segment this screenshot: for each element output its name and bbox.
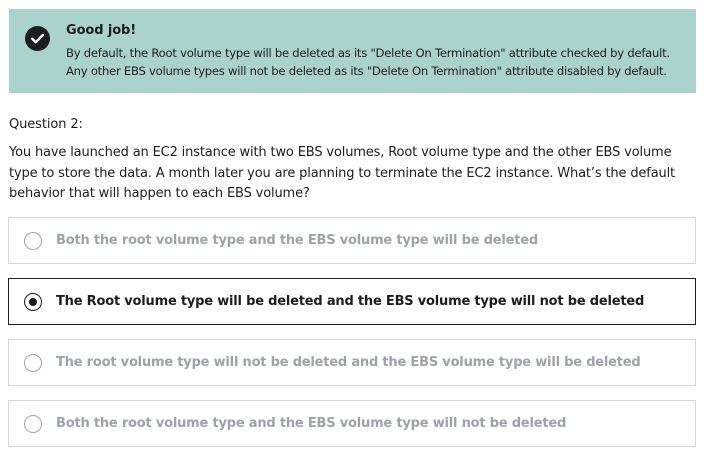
check-circle-icon [25, 26, 50, 51]
feedback-line-2: Any other EBS volume types will not be d… [66, 64, 667, 78]
feedback-alert: Good job! By default, the Root volume ty… [9, 9, 696, 93]
answer-option-label: The root volume type will not be deleted… [56, 355, 641, 370]
answer-option-label: Both the root volume type and the EBS vo… [56, 416, 567, 431]
feedback-title: Good job! [66, 23, 137, 38]
answer-option-2[interactable]: The Root volume type will be deleted and… [8, 278, 696, 325]
question-number: Question 2: [9, 117, 83, 132]
question-text: You have launched an EC2 instance with t… [9, 145, 676, 201]
radio-button[interactable] [24, 232, 42, 250]
feedback-line-1: By default, the Root volume type will be… [66, 46, 670, 60]
answer-option-4[interactable]: Both the root volume type and the EBS vo… [8, 400, 696, 447]
radio-button[interactable] [24, 415, 42, 433]
answer-option-1[interactable]: Both the root volume type and the EBS vo… [8, 217, 696, 264]
radio-button[interactable] [24, 354, 42, 372]
feedback-body: By default, the Root volume type will be… [66, 44, 691, 80]
answer-option-label: The Root volume type will be deleted and… [56, 294, 645, 309]
answer-option-label: Both the root volume type and the EBS vo… [56, 233, 538, 248]
answer-option-3[interactable]: The root volume type will not be deleted… [8, 339, 696, 386]
radio-dot [28, 297, 37, 306]
radio-button-selected[interactable] [24, 293, 42, 311]
